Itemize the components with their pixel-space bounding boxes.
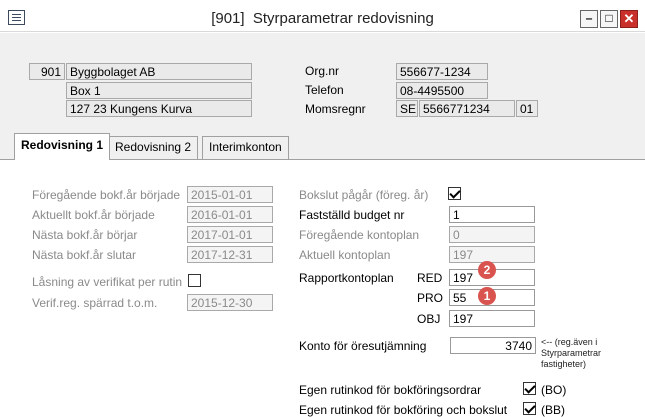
report-chart-label: Rapportkontoplan — [299, 271, 394, 285]
company-name-field[interactable]: Byggbolaget AB — [66, 63, 252, 80]
minimize-button[interactable]: ‒ — [580, 10, 598, 28]
verif-lock-field: 2015-12-30 — [187, 294, 273, 311]
maximize-icon: □ — [605, 11, 613, 25]
vat-number-field[interactable]: 5566771234 — [419, 100, 515, 117]
next-fy-start-label: Nästa bokf.år börjar — [32, 228, 138, 242]
curr-fy-start-field: 2016-01-01 — [187, 206, 273, 223]
prev-chart-field: 0 — [449, 226, 535, 243]
obj-label: OBJ — [417, 312, 441, 326]
close-icon: ✕ — [623, 11, 635, 26]
annotation-badge-2: 2 — [478, 261, 496, 279]
rounding-account-label: Konto för öresutjämning — [299, 339, 427, 353]
red-label: RED — [417, 271, 443, 285]
curr-chart-field: 197 — [449, 246, 535, 263]
rounding-account-field[interactable]: 3740 — [450, 337, 536, 354]
address-field[interactable]: Box 1 — [66, 82, 252, 99]
vat-suffix-field[interactable]: 01 — [516, 100, 538, 117]
phone-label: Telefon — [305, 83, 344, 97]
next-fy-end-label: Nästa bokf.år slutar — [32, 248, 137, 262]
next-fy-end-field: 2017-12-31 — [187, 246, 273, 263]
lock-per-routine-checkbox[interactable] — [188, 274, 201, 287]
obj-chart-field[interactable]: 197 — [449, 310, 535, 327]
prev-fy-start-field: 2015-01-01 — [187, 186, 273, 203]
budget-field[interactable]: 1 — [449, 206, 535, 223]
minimize-icon: ‒ — [585, 13, 593, 25]
pro-label: PRO — [417, 291, 444, 305]
curr-fy-start-label: Aktuellt bokf.år började — [32, 208, 155, 222]
budget-label: Fastställd budget nr — [299, 208, 405, 222]
window-title: [901] Styrparametrar redovisning — [211, 10, 434, 27]
vat-country-field[interactable]: SE — [396, 100, 418, 117]
vat-label: Momsregnr — [305, 102, 366, 116]
tab-redovisning-1[interactable]: Redovisning 1 — [14, 133, 111, 160]
prev-fy-start-label: Föregående bokf.år började — [32, 188, 181, 202]
own-routine-code: (BO) — [541, 383, 567, 397]
prev-chart-label: Föregående kontoplan — [299, 228, 420, 242]
title-bar: [901] Styrparametrar redovisning ‒ □ ✕ — [0, 0, 645, 32]
tab-interimkonton[interactable]: Interimkonton — [202, 136, 289, 159]
orgnr-label: Org.nr — [305, 64, 340, 78]
own-routine-label: Egen rutinkod för bokföringsordrar — [299, 383, 482, 397]
maximize-button[interactable]: □ — [600, 10, 618, 28]
own-routine-checkbox[interactable] — [523, 382, 536, 395]
own-routine2-checkbox[interactable] — [523, 402, 536, 415]
verif-lock-label: Verif.reg. spärrad t.o.m. — [32, 296, 158, 310]
closing-in-progress-label: Bokslut pågår (föreg. år) — [299, 188, 429, 202]
postal-address-field[interactable]: 127 23 Kungens Kurva — [66, 100, 252, 117]
own-routine2-label: Egen rutinkod för bokföring och bokslut — [299, 403, 508, 417]
company-number-field[interactable]: 901 — [29, 63, 65, 80]
orgnr-field[interactable]: 556677-1234 — [396, 63, 488, 80]
lock-per-routine-label: Låsning av verifikat per rutin — [32, 275, 183, 289]
annotation-badge-1: 1 — [478, 287, 496, 305]
rounding-note: <-- (reg.även i Styrparametrar fastighet… — [541, 337, 602, 369]
phone-field[interactable]: 08-4495500 — [396, 82, 488, 99]
closing-in-progress-checkbox[interactable] — [448, 187, 461, 200]
next-fy-start-field: 2017-01-01 — [187, 226, 273, 243]
tab-redovisning-2[interactable]: Redovisning 2 — [108, 136, 199, 159]
close-button[interactable]: ✕ — [620, 10, 638, 28]
own-routine2-code: (BB) — [541, 403, 565, 417]
curr-chart-label: Aktuell kontoplan — [299, 248, 391, 262]
